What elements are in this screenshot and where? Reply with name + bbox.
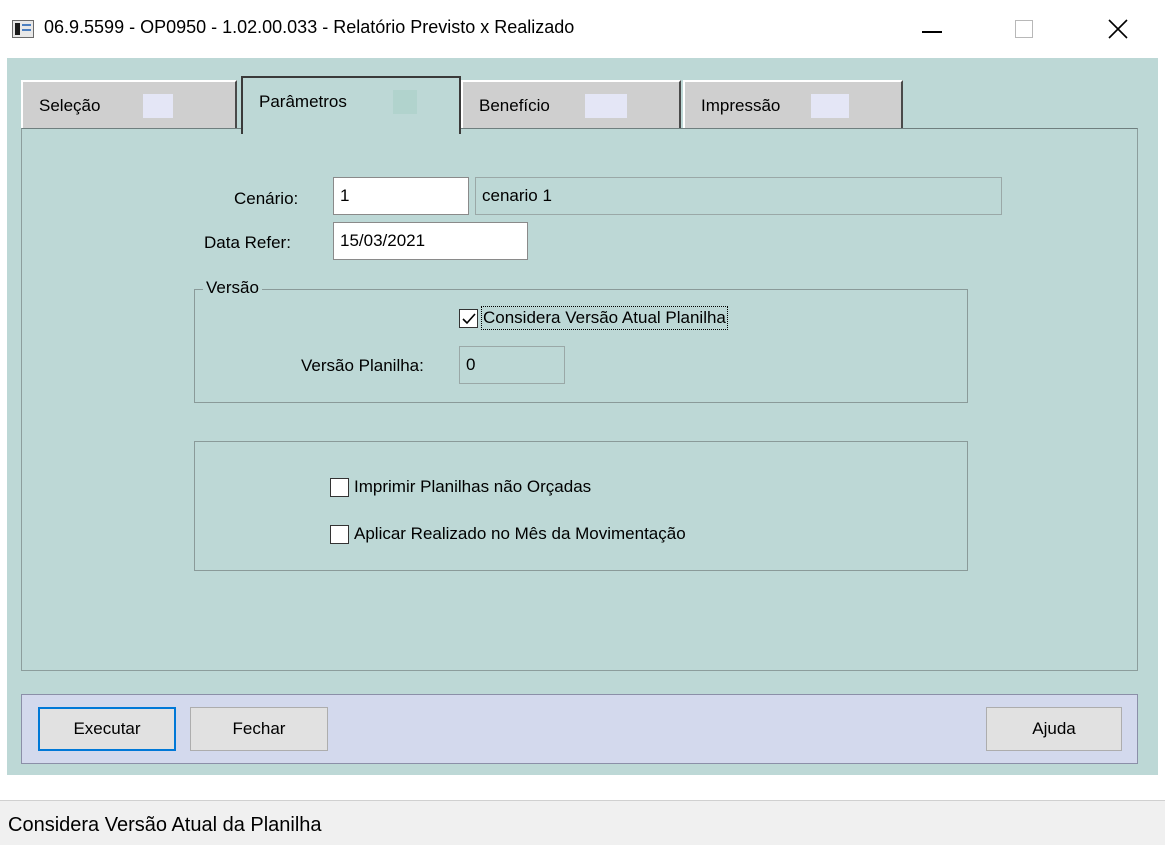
maximize-button[interactable]: [996, 0, 1052, 58]
minimize-icon: [922, 31, 942, 33]
close-button[interactable]: [1090, 0, 1146, 58]
cenario-description: cenario 1: [475, 177, 1002, 215]
imprimir-planilhas-checkbox[interactable]: Imprimir Planilhas não Orçadas: [330, 477, 591, 497]
tab-beneficio[interactable]: Benefício: [461, 80, 681, 128]
title-bar: 06.9.5599 - OP0950 - 1.02.00.033 - Relat…: [0, 0, 1165, 58]
aplicar-realizado-checkbox[interactable]: Aplicar Realizado no Mês da Movimentação: [330, 524, 686, 544]
checkbox-box: [459, 308, 478, 328]
status-bar: Considera Versão Atual da Planilha: [0, 800, 1165, 845]
cenario-label: Cenário:: [234, 189, 299, 208]
button-bar: Executar Fechar Ajuda: [21, 694, 1138, 764]
imprimir-planilhas-label: Imprimir Planilhas não Orçadas: [354, 477, 592, 496]
status-text: Considera Versão Atual da Planilha: [8, 814, 322, 836]
maximize-icon: [1015, 20, 1033, 38]
tab-impressao[interactable]: Impressão: [683, 80, 903, 128]
versao-planilha-field: 0: [459, 346, 565, 384]
considera-versao-label: Considera Versão Atual Planilha: [481, 306, 728, 330]
data-refer-input[interactable]: 15/03/2021: [333, 222, 528, 260]
versao-group: Versão Considera Versão Atual Planilha V…: [194, 278, 968, 403]
tab-parametros[interactable]: Parâmetros: [241, 76, 461, 134]
versao-planilha-label: Versão Planilha:: [301, 356, 424, 375]
tab-label: Parâmetros: [259, 92, 347, 111]
fechar-button[interactable]: Fechar: [190, 707, 328, 751]
data-refer-label: Data Refer:: [204, 233, 291, 252]
minimize-button[interactable]: [904, 0, 960, 58]
checkbox-box: [330, 477, 349, 497]
tab-focus-area: [585, 94, 627, 118]
tab-panel-parametros: Cenário: 1 cenario 1 Data Refer: 15/03/2…: [21, 128, 1138, 671]
ajuda-button[interactable]: Ajuda: [986, 707, 1122, 751]
versao-group-legend: Versão: [203, 278, 262, 298]
tab-selecao[interactable]: Seleção: [21, 80, 237, 128]
checkbox-box: [330, 524, 349, 544]
tab-focus-area: [393, 90, 417, 114]
tab-label: Seleção: [39, 96, 101, 115]
tab-focus-area: [143, 94, 173, 118]
checkmark-icon: [462, 312, 476, 324]
executar-button[interactable]: Executar: [38, 707, 176, 751]
app-window-icon[interactable]: [12, 20, 34, 38]
tab-label: Impressão: [701, 96, 781, 115]
cenario-input[interactable]: 1: [333, 177, 469, 215]
tab-focus-area: [811, 94, 849, 118]
aplicar-realizado-label: Aplicar Realizado no Mês da Movimentação: [354, 524, 686, 543]
close-icon: [1108, 19, 1128, 39]
window-client: Seleção Parâmetros Benefício Impressão C…: [7, 58, 1158, 775]
window-title: 06.9.5599 - OP0950 - 1.02.00.033 - Relat…: [44, 17, 575, 37]
tab-label: Benefício: [479, 96, 550, 115]
options-group: Imprimir Planilhas não Orçadas Aplicar R…: [194, 441, 968, 571]
considera-versao-checkbox[interactable]: Considera Versão Atual Planilha: [459, 306, 728, 330]
